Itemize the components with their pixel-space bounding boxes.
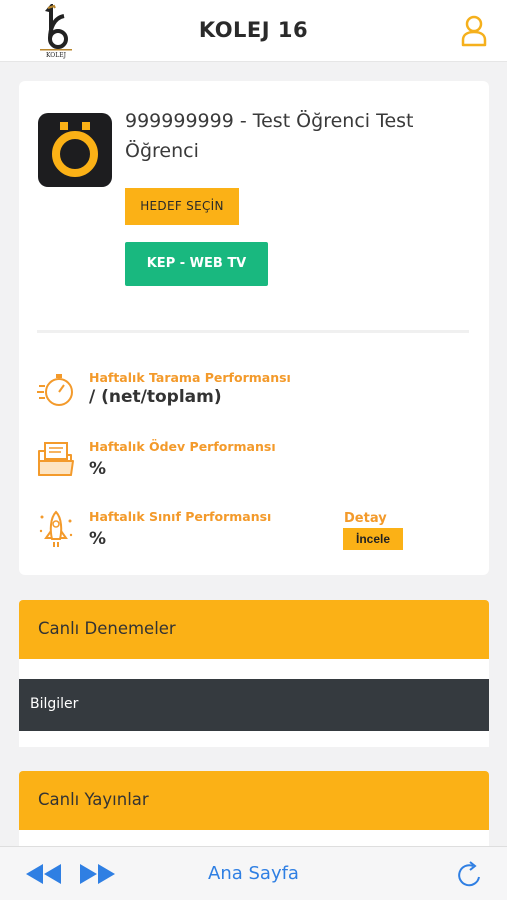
stopwatch-icon	[37, 370, 75, 410]
home-link[interactable]: Ana Sayfa	[0, 863, 507, 884]
user-icon[interactable]	[458, 14, 490, 48]
live-streams-body	[19, 830, 489, 846]
logo-text: KOLEJ	[46, 52, 67, 59]
weekly-scan-label: Haftalık Tarama Performansı	[89, 370, 291, 385]
live-exams-title: Canlı Denemeler	[38, 619, 176, 638]
web-tv-button[interactable]: KEP - WEB TV	[125, 242, 268, 286]
live-exams-header[interactable]: Canlı Denemeler	[19, 600, 489, 659]
live-streams-title: Canlı Yayınlar	[38, 790, 149, 809]
avatar	[38, 113, 112, 187]
weekly-scan-value: / (net/toplam)	[89, 387, 222, 407]
top-bar: KOLEJ KOLEJ 16	[0, 0, 507, 62]
divider	[37, 330, 469, 333]
bottom-nav-bar: Ana Sayfa	[0, 846, 507, 900]
info-bar[interactable]: Bilgiler	[19, 679, 489, 731]
student-name: 999999999 - Test Öğrenci Test Öğrenci	[125, 110, 414, 162]
detail-label: Detay	[344, 511, 387, 526]
weekly-class-value: %	[89, 529, 107, 549]
rocket-icon	[37, 509, 75, 549]
profile-card: 999999999 - Test Öğrenci Test Öğrenci HE…	[19, 81, 489, 575]
info-label: Bilgiler	[30, 696, 79, 712]
live-streams-header[interactable]: Canlı Yayınlar	[19, 771, 489, 830]
weekly-homework-value: %	[89, 459, 107, 479]
weekly-class-label: Haftalık Sınıf Performansı	[89, 509, 272, 524]
review-button[interactable]: İncele	[343, 528, 403, 550]
select-goal-button[interactable]: HEDEF SEÇİN	[125, 188, 239, 225]
folder-icon	[37, 439, 75, 479]
weekly-homework-label: Haftalık Ödev Performansı	[89, 439, 276, 454]
refresh-icon[interactable]	[456, 861, 484, 889]
app-title: KOLEJ 16	[198, 18, 309, 42]
